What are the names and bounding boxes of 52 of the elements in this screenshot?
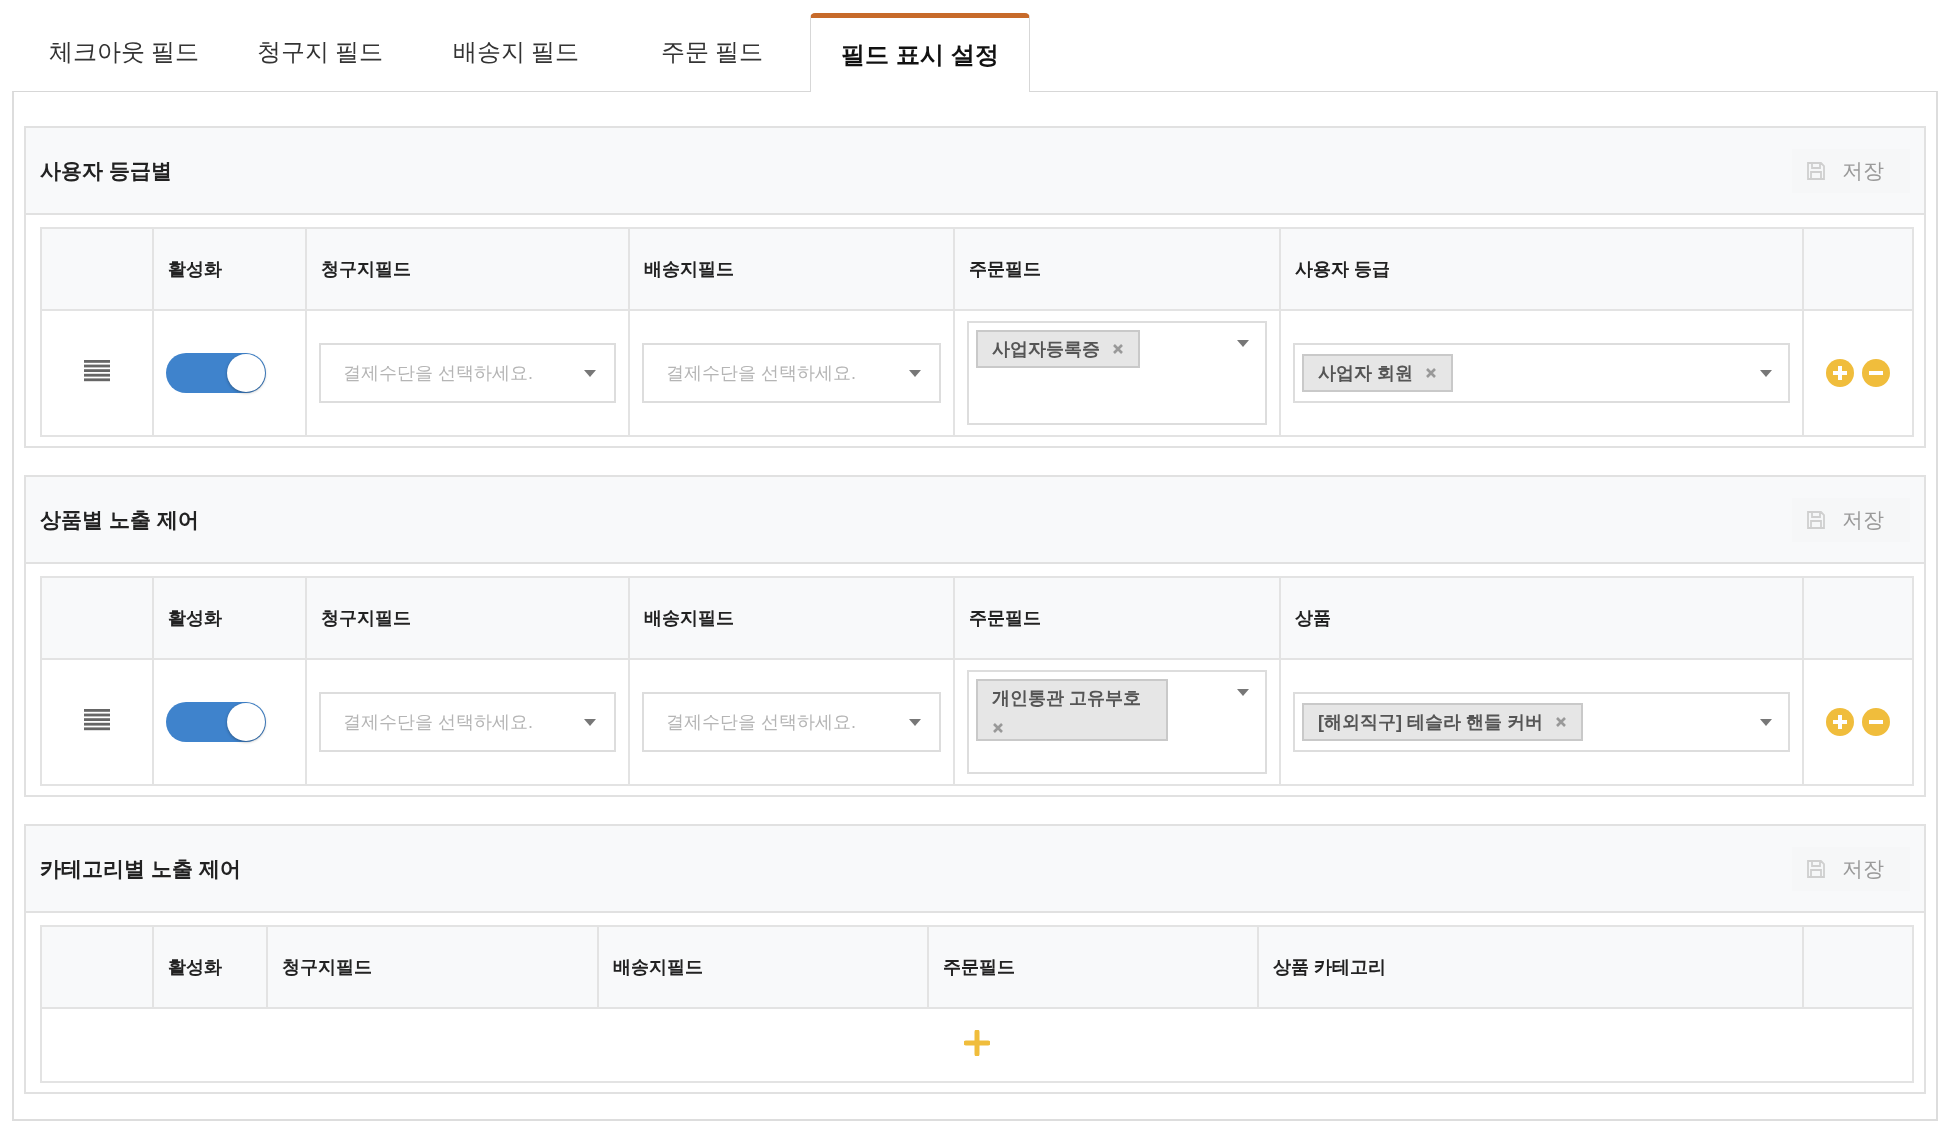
- caret-icon: [584, 369, 596, 377]
- drag-handle-icon[interactable]: [84, 360, 110, 382]
- tab[interactable]: 배송지 필드: [418, 12, 614, 91]
- section-title: 카테고리별 노출 제어: [40, 855, 241, 882]
- caret-icon: [1237, 340, 1249, 347]
- add-icon[interactable]: [1826, 359, 1854, 387]
- column-header: 상품 카테고리: [1273, 957, 1386, 977]
- tag-label: 사업자 회원: [1318, 362, 1413, 385]
- remove-icon[interactable]: [1555, 716, 1567, 728]
- column-header: 배송지필드: [644, 608, 734, 628]
- tab[interactable]: 주문 필드: [614, 12, 810, 91]
- caret-icon: [1760, 718, 1772, 726]
- remove-row-icon[interactable]: [1862, 359, 1890, 387]
- toggle-switch[interactable]: [166, 702, 266, 742]
- tag-label: [해외직구] 테슬라 핸들 커버: [1318, 711, 1543, 734]
- multi-select-field[interactable]: 사업자 회원: [1293, 343, 1790, 403]
- tab[interactable]: 청구지 필드: [222, 12, 418, 91]
- column-header: 배송지필드: [644, 259, 734, 279]
- tag-label: 개인통관 고유부호: [992, 687, 1141, 710]
- tab[interactable]: 필드 표시 설정: [810, 13, 1030, 92]
- caret-icon: [1760, 369, 1772, 377]
- add-icon[interactable]: [964, 1030, 990, 1056]
- drag-handle-icon[interactable]: [84, 709, 110, 731]
- remove-icon[interactable]: [1425, 367, 1437, 379]
- multi-select-field[interactable]: 개인통관 고유부호: [967, 670, 1267, 774]
- column-header: 주문필드: [969, 608, 1041, 628]
- column-header: 활성화: [168, 608, 222, 628]
- column-header: 주문필드: [969, 259, 1041, 279]
- multi-select-field[interactable]: 사업자등록증: [967, 321, 1267, 425]
- caret-icon: [909, 718, 921, 726]
- column-header: 주문필드: [943, 957, 1015, 977]
- remove-icon[interactable]: [992, 722, 1004, 734]
- column-header: 배송지필드: [613, 957, 703, 977]
- caret-icon: [909, 369, 921, 377]
- column-header: 활성화: [168, 957, 222, 977]
- remove-icon[interactable]: [1112, 343, 1124, 355]
- column-header: 청구지필드: [321, 259, 411, 279]
- column-header: 청구지필드: [321, 608, 411, 628]
- toggle-switch[interactable]: [166, 353, 266, 393]
- column-header: 활성화: [168, 259, 222, 279]
- multi-select-field[interactable]: [해외직구] 테슬라 핸들 커버: [1293, 692, 1790, 752]
- column-header: 청구지필드: [282, 957, 372, 977]
- remove-row-icon[interactable]: [1862, 708, 1890, 736]
- column-header: 상품: [1295, 608, 1331, 628]
- section-title: 상품별 노출 제어: [40, 506, 199, 533]
- section-title: 사용자 등급별: [40, 157, 172, 184]
- caret-icon: [584, 718, 596, 726]
- caret-icon: [1237, 689, 1249, 696]
- add-icon[interactable]: [1826, 708, 1854, 736]
- tab[interactable]: 체크아웃 필드: [26, 12, 222, 91]
- column-header: 사용자 등급: [1295, 259, 1390, 279]
- tag-label: 사업자등록증: [992, 338, 1100, 361]
